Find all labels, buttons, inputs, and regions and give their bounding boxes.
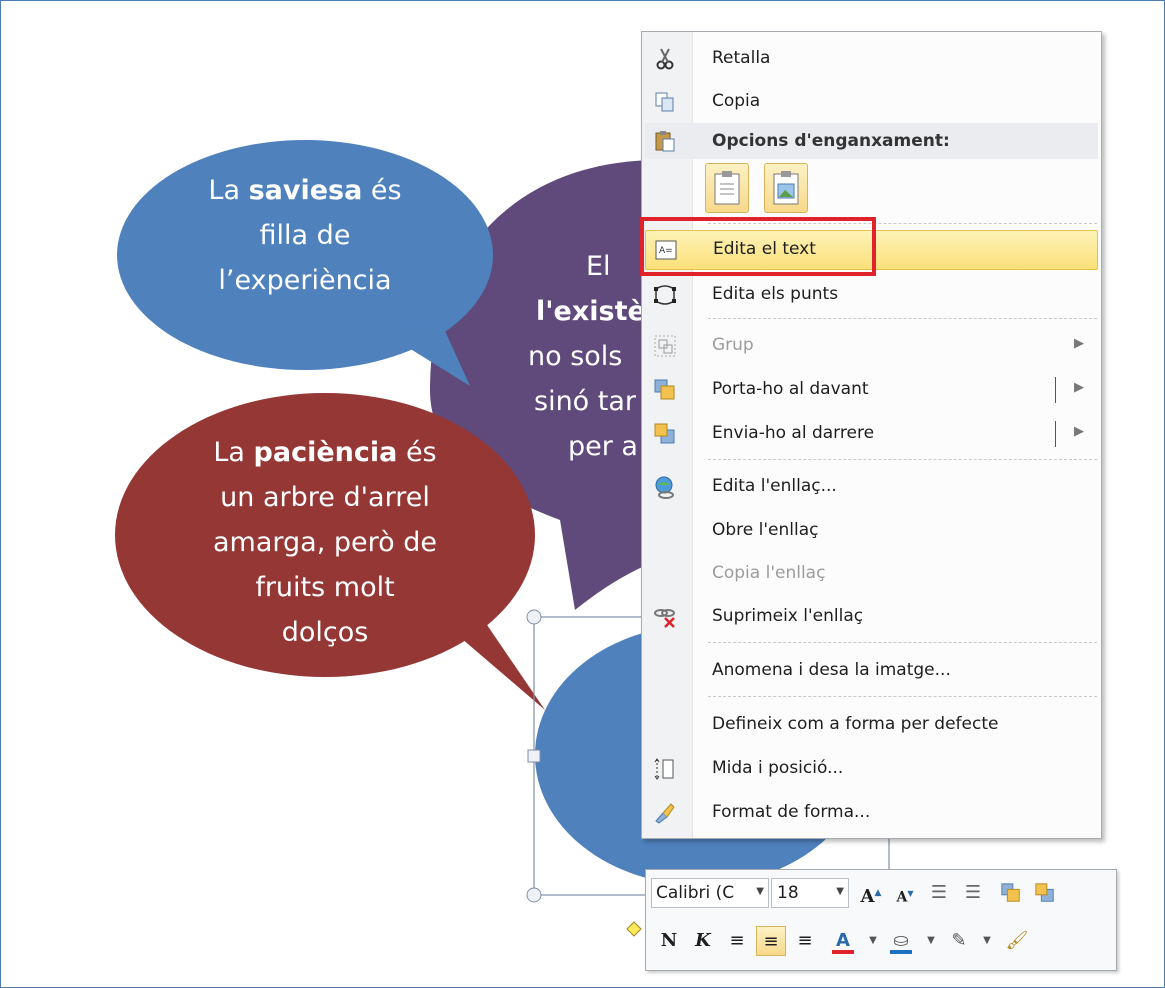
menu-item-label: Suprimeix l'enllaç xyxy=(712,606,864,626)
context-menu: Retalla Copia Opcions d'enganxament: A= … xyxy=(641,31,1102,839)
menu-item-label: Defineix com a forma per defecte xyxy=(712,714,999,734)
mini-toolbar: Calibri (C ▼ 18 ▼ A▲ A▼ ☰ ☰ N K ≡ ≡ ≡ A … xyxy=(645,869,1117,971)
adjust-handle[interactable] xyxy=(626,921,642,937)
resize-handle-top-left[interactable] xyxy=(526,609,542,625)
menu-item-label: Mida i posició... xyxy=(712,758,844,778)
paste-keep-text-button[interactable] xyxy=(705,163,749,213)
resize-handle-left[interactable] xyxy=(527,749,541,763)
menu-item-label: Copia l'enllaç xyxy=(712,563,826,583)
paste-picture-icon xyxy=(773,171,799,205)
paste-picture-button[interactable] xyxy=(764,163,808,213)
split-divider xyxy=(1055,421,1056,447)
font-color-icon[interactable]: A xyxy=(828,926,858,956)
remove-link-icon xyxy=(654,609,675,628)
menu-item-copy[interactable]: Copia xyxy=(645,83,1098,121)
submenu-arrow-icon: ▶ xyxy=(1074,336,1084,351)
menu-item-label: Edita l'enllaç... xyxy=(712,476,837,496)
dropdown-arrow-icon[interactable]: ▼ xyxy=(972,926,1002,956)
align-right-icon[interactable]: ≡ xyxy=(790,926,820,956)
bold-button[interactable]: N xyxy=(654,926,684,956)
menu-separator xyxy=(708,459,1097,460)
size-position-icon xyxy=(654,758,674,780)
menu-item-set-default-shape[interactable]: Defineix com a forma per defecte xyxy=(645,706,1098,744)
menu-item-label: Copia xyxy=(712,91,761,111)
send-to-back-icon[interactable] xyxy=(1030,878,1060,908)
resize-handle-bottom-left[interactable] xyxy=(526,887,542,903)
decrease-indent-icon[interactable]: ☰ xyxy=(924,878,954,908)
menu-item-copy-link[interactable]: Copia l'enllaç xyxy=(645,555,1098,593)
menu-item-label: Retalla xyxy=(712,48,771,68)
menu-item-edit-points[interactable]: Edita els punts xyxy=(645,276,1098,314)
menu-item-group[interactable]: Grup ▶ xyxy=(645,327,1098,365)
scissors-icon xyxy=(656,48,674,70)
menu-item-save-image[interactable]: Anomena i desa la imatge... xyxy=(645,652,1098,690)
menu-item-send-back[interactable]: Envia-ho al darrere ▶ xyxy=(645,415,1098,453)
submenu-arrow-icon[interactable]: ▶ xyxy=(1074,424,1084,439)
menu-separator xyxy=(708,696,1097,697)
menu-item-label: Edita els punts xyxy=(712,284,839,304)
menu-separator xyxy=(708,642,1097,643)
submenu-arrow-icon[interactable]: ▶ xyxy=(1074,380,1084,395)
menu-item-open-link[interactable]: Obre l'enllaç xyxy=(645,512,1098,550)
split-divider xyxy=(1055,377,1056,403)
paste-icon xyxy=(655,131,675,152)
edit-points-icon xyxy=(654,285,676,305)
fill-color-icon[interactable]: ⛀ xyxy=(886,926,916,956)
font-name-combo[interactable]: Calibri (C ▼ xyxy=(651,878,769,908)
dropdown-arrow-icon[interactable]: ▼ xyxy=(858,926,888,956)
dropdown-arrow-icon[interactable]: ▼ xyxy=(756,886,764,897)
grow-font-icon[interactable]: A▲ xyxy=(856,878,886,908)
menu-item-label: Grup xyxy=(712,335,754,355)
menu-item-label: Format de forma... xyxy=(712,802,871,822)
bring-to-front-icon[interactable] xyxy=(996,878,1026,908)
paste-options-header: Opcions d'enganxament: xyxy=(645,123,1098,159)
menu-item-edit-link[interactable]: Edita l'enllaç... xyxy=(645,468,1098,506)
align-center-icon[interactable]: ≡ xyxy=(756,926,786,956)
font-name-value: Calibri (C xyxy=(656,883,735,903)
menu-item-label: Porta-ho al davant xyxy=(712,379,869,399)
bring-front-icon xyxy=(654,379,675,400)
bubble-saviesa-text: La saviesa és filla de l’experiència xyxy=(208,175,402,296)
dropdown-arrow-icon[interactable]: ▼ xyxy=(916,926,946,956)
menu-item-label: Obre l'enllaç xyxy=(712,520,819,540)
highlight-annotation xyxy=(640,217,876,276)
format-painter-icon[interactable]: 🖌 xyxy=(1002,926,1032,956)
menu-item-label: Anomena i desa la imatge... xyxy=(712,660,951,680)
copy-icon xyxy=(655,92,674,112)
menu-item-label: Envia-ho al darrere xyxy=(712,423,875,443)
font-size-combo[interactable]: 18 ▼ xyxy=(771,878,849,908)
hyperlink-icon xyxy=(655,476,674,499)
menu-item-cut[interactable]: Retalla xyxy=(645,40,1098,78)
menu-item-size-position[interactable]: Mida i posició... xyxy=(645,750,1098,788)
dropdown-arrow-icon[interactable]: ▼ xyxy=(836,886,844,897)
outline-color-icon[interactable]: ✎ xyxy=(944,926,974,956)
font-size-value: 18 xyxy=(777,883,799,903)
menu-separator xyxy=(708,318,1097,319)
paste-text-icon xyxy=(714,171,740,205)
menu-item-remove-link[interactable]: Suprimeix l'enllaç xyxy=(645,598,1098,636)
menu-item-label: Opcions d'enganxament: xyxy=(712,131,950,151)
format-shape-icon xyxy=(655,803,675,824)
send-back-icon xyxy=(654,423,675,444)
increase-indent-icon[interactable]: ☰ xyxy=(958,878,988,908)
group-icon xyxy=(654,335,676,357)
shrink-font-icon[interactable]: A▼ xyxy=(890,878,920,908)
bubble-paciencia-text: La paciència és un arbre d'arrel amarga,… xyxy=(213,437,437,648)
italic-button[interactable]: K xyxy=(688,926,718,956)
bubble-existencia-text: El l'existè no sols sinó tar per a xyxy=(528,251,646,462)
menu-item-bring-front[interactable]: Porta-ho al davant ▶ xyxy=(645,371,1098,409)
align-left-icon[interactable]: ≡ xyxy=(722,926,752,956)
menu-item-format-shape[interactable]: Format de forma... xyxy=(645,794,1098,832)
